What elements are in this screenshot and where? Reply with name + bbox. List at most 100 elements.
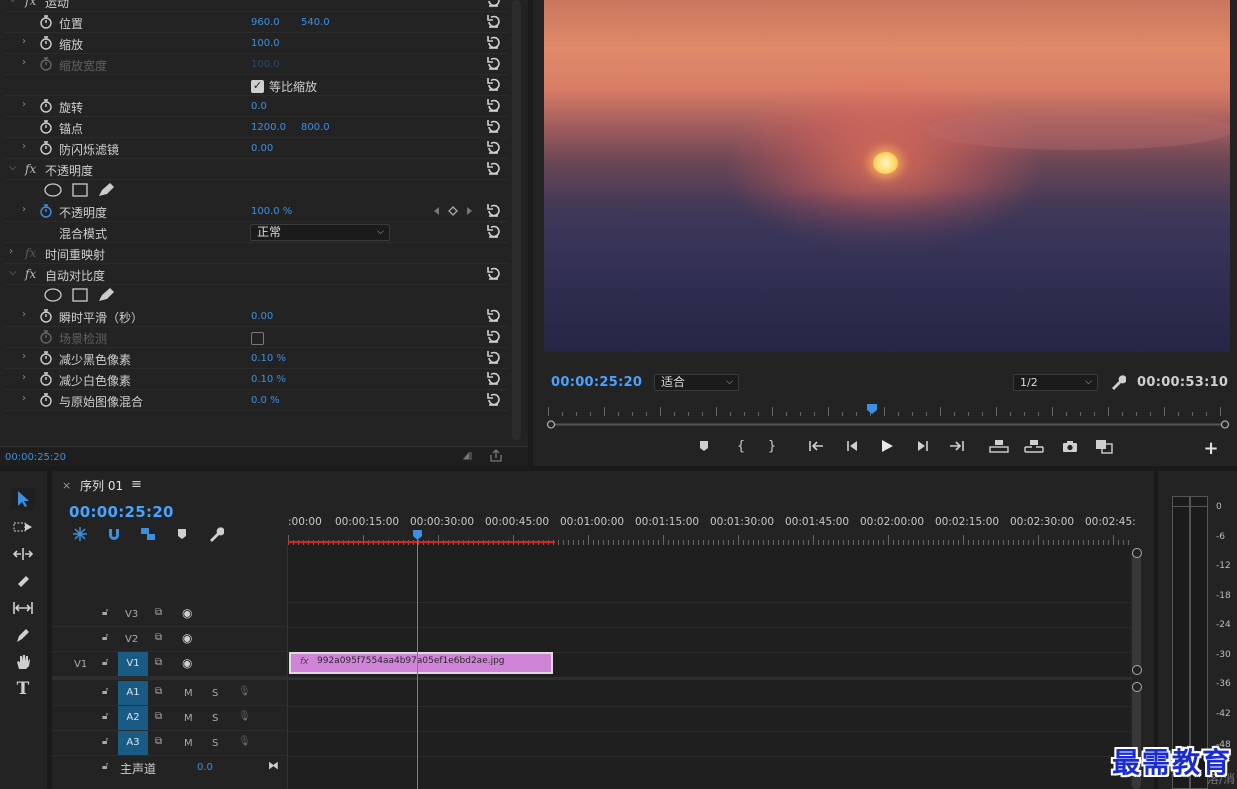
effect-property-row[interactable]: › 减少白色像素 0.10 % [5,369,509,390]
reset-icon[interactable] [486,119,501,134]
effect-property-row[interactable]: › 瞬时平滑（秒） 0.00 [5,306,509,327]
twirl-toggle-icon[interactable]: › [9,246,19,257]
reset-icon[interactable] [486,266,501,281]
reset-icon[interactable] [486,350,501,365]
prev-keyframe-icon[interactable] [434,207,439,215]
reset-icon[interactable] [486,329,501,344]
effect-section-row[interactable]: › fx 时间重映射 [5,243,509,264]
slip-tool[interactable] [11,597,35,619]
fx-toggle-icon[interactable]: fx [25,246,36,260]
stopwatch-icon[interactable] [39,204,53,218]
track-target-a3[interactable]: A3 [118,731,148,755]
reset-icon[interactable] [486,140,501,155]
reset-icon[interactable] [486,0,501,8]
uniform-scale-checkbox[interactable]: ✓ [251,80,264,93]
sync-lock-icon[interactable]: ⧉ [155,686,162,697]
reset-icon[interactable] [486,35,501,50]
scroll-handle-top[interactable] [1132,682,1142,692]
snap-magnet-icon[interactable] [106,526,122,542]
sync-lock-icon[interactable]: ⧉ [155,607,162,618]
lock-icon[interactable]: 🔓︎ [102,632,108,643]
step-back-button[interactable] [841,436,863,456]
reset-icon[interactable] [486,203,501,218]
scroll-handle-top[interactable] [1132,548,1142,558]
eye-icon[interactable]: ◉ [182,656,192,670]
eye-icon[interactable]: ◉ [182,606,192,620]
property-value[interactable]: 0.10 % [251,353,286,364]
lock-icon[interactable]: 🔓︎ [102,607,108,618]
step-forward-button[interactable] [912,436,934,456]
fx-toggle-icon[interactable]: fx [25,162,36,176]
stopwatch-icon[interactable] [39,36,53,50]
reset-icon[interactable] [486,56,501,71]
twirl-toggle-icon[interactable]: › [22,204,32,215]
reset-icon[interactable] [486,161,501,176]
tab-close-icon[interactable]: × [62,479,71,492]
effect-section-row[interactable]: ⌵ fx 运动 [5,0,509,12]
stopwatch-icon[interactable] [39,141,53,155]
lock-icon[interactable]: 🔓︎ [102,686,108,697]
track-target-a1[interactable]: A1 [118,681,148,705]
go-to-out-button[interactable] [945,436,967,456]
monitor-zoom-bar[interactable] [546,418,1230,429]
mute-button[interactable]: M [184,713,193,724]
monitor-playhead-timecode[interactable]: 00:00:25:20 [551,375,642,390]
stopwatch-icon[interactable] [39,15,53,29]
lock-icon[interactable]: 🔓︎ [102,657,108,668]
track-select-tool[interactable] [11,516,35,538]
microphone-icon[interactable]: 🎙︎ [238,711,251,722]
microphone-icon[interactable]: 🎙︎ [238,686,251,697]
scroll-handle-bottom[interactable] [1132,665,1142,675]
twirl-toggle-icon[interactable]: › [22,351,32,362]
stopwatch-icon[interactable] [39,309,53,323]
twirl-toggle-icon[interactable]: › [22,309,32,320]
export-icon[interactable] [488,449,504,463]
nest-icon[interactable] [72,526,88,542]
stopwatch-icon[interactable] [39,120,53,134]
property-value[interactable]: 0.00 [251,143,273,154]
twirl-toggle-icon[interactable]: › [22,372,32,383]
comparison-view-icon[interactable] [1093,436,1115,456]
mute-button[interactable]: M [184,738,193,749]
stopwatch-icon[interactable] [39,393,53,407]
sync-lock-icon[interactable]: ⧉ [155,632,162,643]
twirl-toggle-icon[interactable]: ⌵ [9,162,19,173]
stopwatch-icon[interactable] [39,330,53,344]
resolution-dropdown[interactable]: 1/2 ⌵ [1013,374,1098,391]
mark-out-button[interactable]: } [761,436,783,456]
rectangle-mask-icon[interactable] [72,288,88,302]
lock-icon[interactable]: 🔓︎ [102,711,108,722]
lock-icon[interactable]: 🔓︎ [102,736,108,747]
blend-mode-dropdown[interactable]: 正常 ⌵ [250,224,390,241]
microphone-icon[interactable]: 🎙︎ [238,736,251,747]
property-value[interactable]: 1200.0 [251,122,286,133]
play-button[interactable] [876,436,898,456]
effect-property-row[interactable]: › 旋转 0.0 [5,96,509,117]
reset-icon[interactable] [486,308,501,323]
sync-lock-icon[interactable]: ⧉ [155,711,162,722]
reset-icon[interactable] [486,392,501,407]
video-scrollbar[interactable] [1132,548,1141,672]
effect-property-row[interactable]: › 缩放宽度 100.0 [5,54,509,75]
monitor-time-ruler[interactable] [544,404,1230,416]
stopwatch-icon[interactable] [39,57,53,71]
property-value-y[interactable]: 800.0 [301,122,330,133]
twirl-toggle-icon[interactable]: › [22,393,32,404]
extract-button[interactable] [1023,436,1045,456]
work-area-bar[interactable] [288,541,555,543]
effect-property-row[interactable]: › 缩放 100.0 [5,33,509,54]
property-value[interactable]: 100.0 [251,59,280,70]
effect-property-row[interactable]: 锚点 1200.0 800.0 [5,117,509,138]
pen-tool[interactable] [11,624,35,646]
reset-icon[interactable] [486,98,501,113]
effect-section-row[interactable]: ⌵ fx 不透明度 [5,159,509,180]
hand-tool[interactable] [11,651,35,673]
track-target-v1[interactable]: V1 [118,652,148,676]
twirl-toggle-icon[interactable]: ⌵ [9,0,19,5]
mute-button[interactable]: M [184,688,193,699]
lock-icon[interactable]: 🔓︎ [102,761,108,772]
twirl-toggle-icon[interactable]: › [22,36,32,47]
property-value[interactable]: 100.0 [251,38,280,49]
effect-property-row[interactable]: › 与原始图像混合 0.0 % [5,390,509,411]
twirl-toggle-icon[interactable]: ⌵ [9,267,19,278]
